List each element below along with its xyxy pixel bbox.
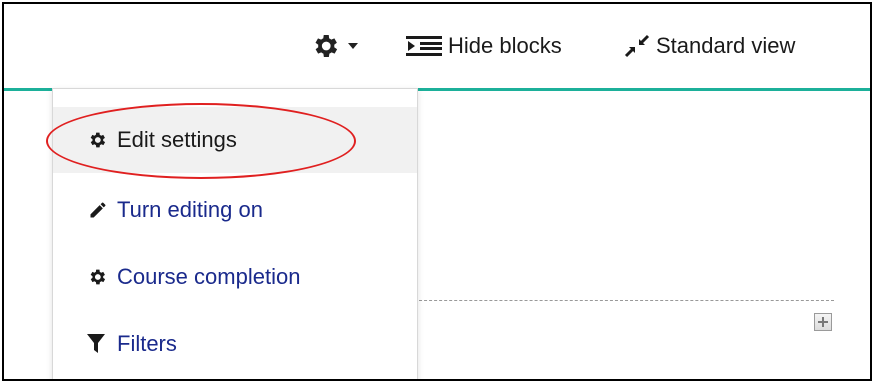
filter-icon bbox=[87, 334, 111, 354]
gear-icon bbox=[87, 267, 111, 287]
page-toolbar: Hide blocks Standard view bbox=[4, 4, 870, 88]
pencil-icon bbox=[87, 200, 111, 220]
menu-item-filters[interactable]: Filters bbox=[53, 311, 417, 377]
standard-view-label: Standard view bbox=[656, 33, 796, 58]
settings-menu-trigger[interactable] bbox=[310, 28, 358, 64]
indent-icon bbox=[406, 34, 442, 58]
chevron-down-icon bbox=[348, 43, 358, 49]
menu-item-label: Turn editing on bbox=[117, 197, 263, 222]
gear-icon bbox=[87, 130, 111, 150]
menu-item-course-completion[interactable]: Course completion bbox=[53, 244, 417, 310]
expand-icon[interactable] bbox=[814, 313, 832, 331]
compress-icon bbox=[624, 34, 650, 58]
hide-blocks-button[interactable]: Hide blocks bbox=[406, 28, 562, 64]
hide-blocks-label: Hide blocks bbox=[448, 33, 562, 58]
menu-item-turn-editing-on[interactable]: Turn editing on bbox=[53, 177, 417, 243]
menu-item-edit-settings[interactable]: Edit settings bbox=[53, 107, 417, 173]
section-divider bbox=[414, 300, 834, 301]
settings-dropdown-menu: Edit settings Turn editing on Course com… bbox=[52, 88, 418, 379]
screenshot-frame: Hide blocks Standard view tion bbox=[2, 2, 872, 381]
menu-item-label: Course completion bbox=[117, 264, 301, 289]
gear-icon bbox=[310, 31, 340, 61]
menu-item-label: Filters bbox=[117, 331, 177, 356]
menu-item-label: Edit settings bbox=[117, 127, 237, 152]
standard-view-button[interactable]: Standard view bbox=[624, 28, 795, 64]
